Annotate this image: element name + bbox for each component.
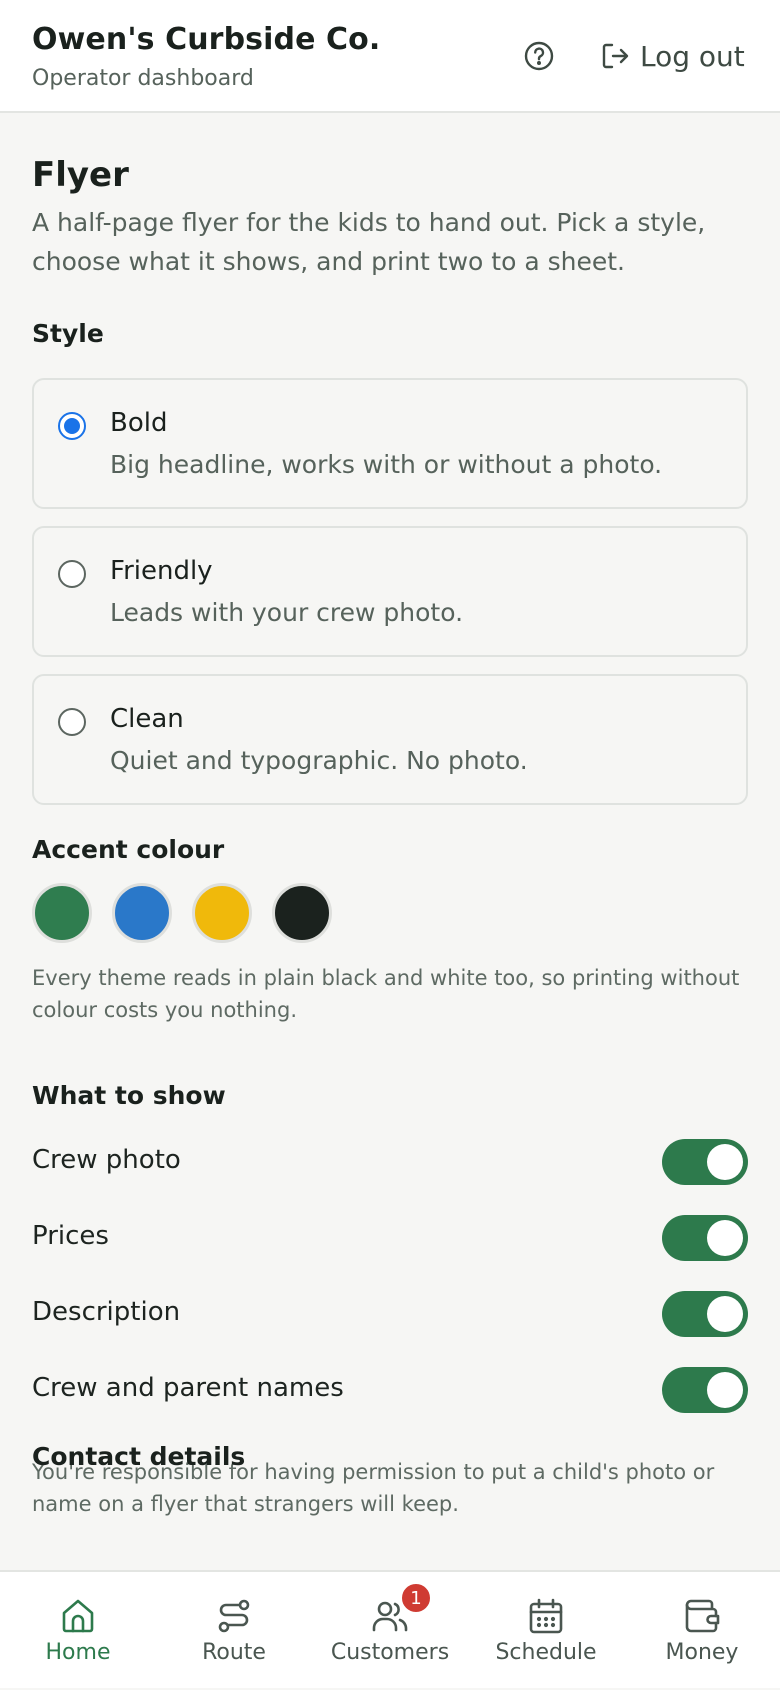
toggle-row-crew-photo: Crew photo	[32, 1139, 748, 1185]
dashboard-subtitle: Operator dashboard	[32, 66, 254, 91]
toggle-row-description: Description	[32, 1291, 748, 1337]
route-icon	[218, 1599, 250, 1633]
toggle-row-names: Crew and parent names	[32, 1367, 748, 1413]
nav-label: Schedule	[495, 1640, 597, 1665]
style-option-description: Quiet and typographic. No photo.	[110, 746, 528, 775]
swatch-green[interactable]	[32, 883, 92, 943]
style-option-title: Clean	[110, 704, 184, 734]
business-name: Owen's Curbside Co.	[32, 22, 381, 57]
nav-route[interactable]: Route	[156, 1572, 312, 1690]
style-section-label: Style	[32, 319, 104, 348]
page-title: Flyer	[32, 155, 129, 195]
nav-home[interactable]: Home	[0, 1572, 156, 1690]
logout-button[interactable]: Log out	[600, 38, 745, 74]
style-radio-friendly[interactable]	[58, 560, 86, 588]
nav-label: Customers	[330, 1640, 450, 1665]
toggle-knob	[707, 1144, 743, 1180]
style-option-title: Friendly	[110, 556, 213, 586]
accent-colour-label: Accent colour	[32, 835, 225, 864]
accent-note: Every theme reads in plain black and whi…	[32, 966, 740, 1022]
logout-label: Log out	[640, 39, 745, 73]
toggle-row-prices: Prices	[32, 1215, 748, 1261]
accent-swatch-row	[32, 883, 352, 943]
style-option-title: Bold	[110, 408, 168, 438]
prices-toggle[interactable]	[662, 1215, 748, 1261]
nav-label: Home	[45, 1640, 111, 1665]
names-toggle[interactable]	[662, 1367, 748, 1413]
toggle-label: Crew and parent names	[32, 1373, 344, 1403]
toggle-knob	[707, 1220, 743, 1256]
style-option-friendly[interactable]: Friendly Leads with your crew photo.	[32, 526, 748, 657]
toggle-label: Description	[32, 1297, 181, 1327]
nav-label: Money	[665, 1640, 739, 1665]
swatch-yellow[interactable]	[192, 883, 252, 943]
wallet-icon	[685, 1599, 720, 1633]
home-icon	[62, 1599, 94, 1633]
toggle-knob	[707, 1296, 743, 1332]
crew-photo-toggle[interactable]	[662, 1139, 748, 1185]
style-option-description: Big headline, works with or without a ph…	[110, 450, 663, 479]
page-description: A half-page flyer for the kids to hand o…	[32, 208, 706, 276]
style-radio-bold[interactable]	[58, 412, 86, 440]
logout-icon	[602, 43, 629, 69]
style-option-bold[interactable]: Bold Big headline, works with or without…	[32, 378, 748, 509]
swatch-blue[interactable]	[112, 883, 172, 943]
nav-money[interactable]: Money	[624, 1572, 780, 1690]
what-to-show-label: What to show	[32, 1081, 226, 1110]
toggle-label: Crew photo	[32, 1145, 181, 1175]
help-circle-icon	[524, 41, 554, 71]
toggle-label: Prices	[32, 1221, 109, 1251]
contact-details-heading: Contact details	[32, 1442, 246, 1471]
help-button[interactable]	[522, 39, 556, 73]
style-option-clean[interactable]: Clean Quiet and typographic. No photo.	[32, 674, 748, 805]
calendar-icon	[529, 1598, 563, 1634]
app-header: Owen's Curbside Co. Operator dashboard L…	[0, 0, 780, 113]
toggle-knob	[707, 1372, 743, 1408]
nav-schedule[interactable]: Schedule	[468, 1572, 624, 1690]
bottom-nav: Home Route 1 Customers Schedule Money	[0, 1570, 780, 1688]
swatch-black[interactable]	[272, 883, 332, 943]
style-option-description: Leads with your crew photo.	[110, 598, 464, 627]
description-toggle[interactable]	[662, 1291, 748, 1337]
customers-badge: 1	[400, 1582, 432, 1614]
style-radio-clean[interactable]	[58, 708, 86, 736]
nav-customers[interactable]: 1 Customers	[312, 1572, 468, 1690]
nav-label: Route	[202, 1640, 266, 1665]
